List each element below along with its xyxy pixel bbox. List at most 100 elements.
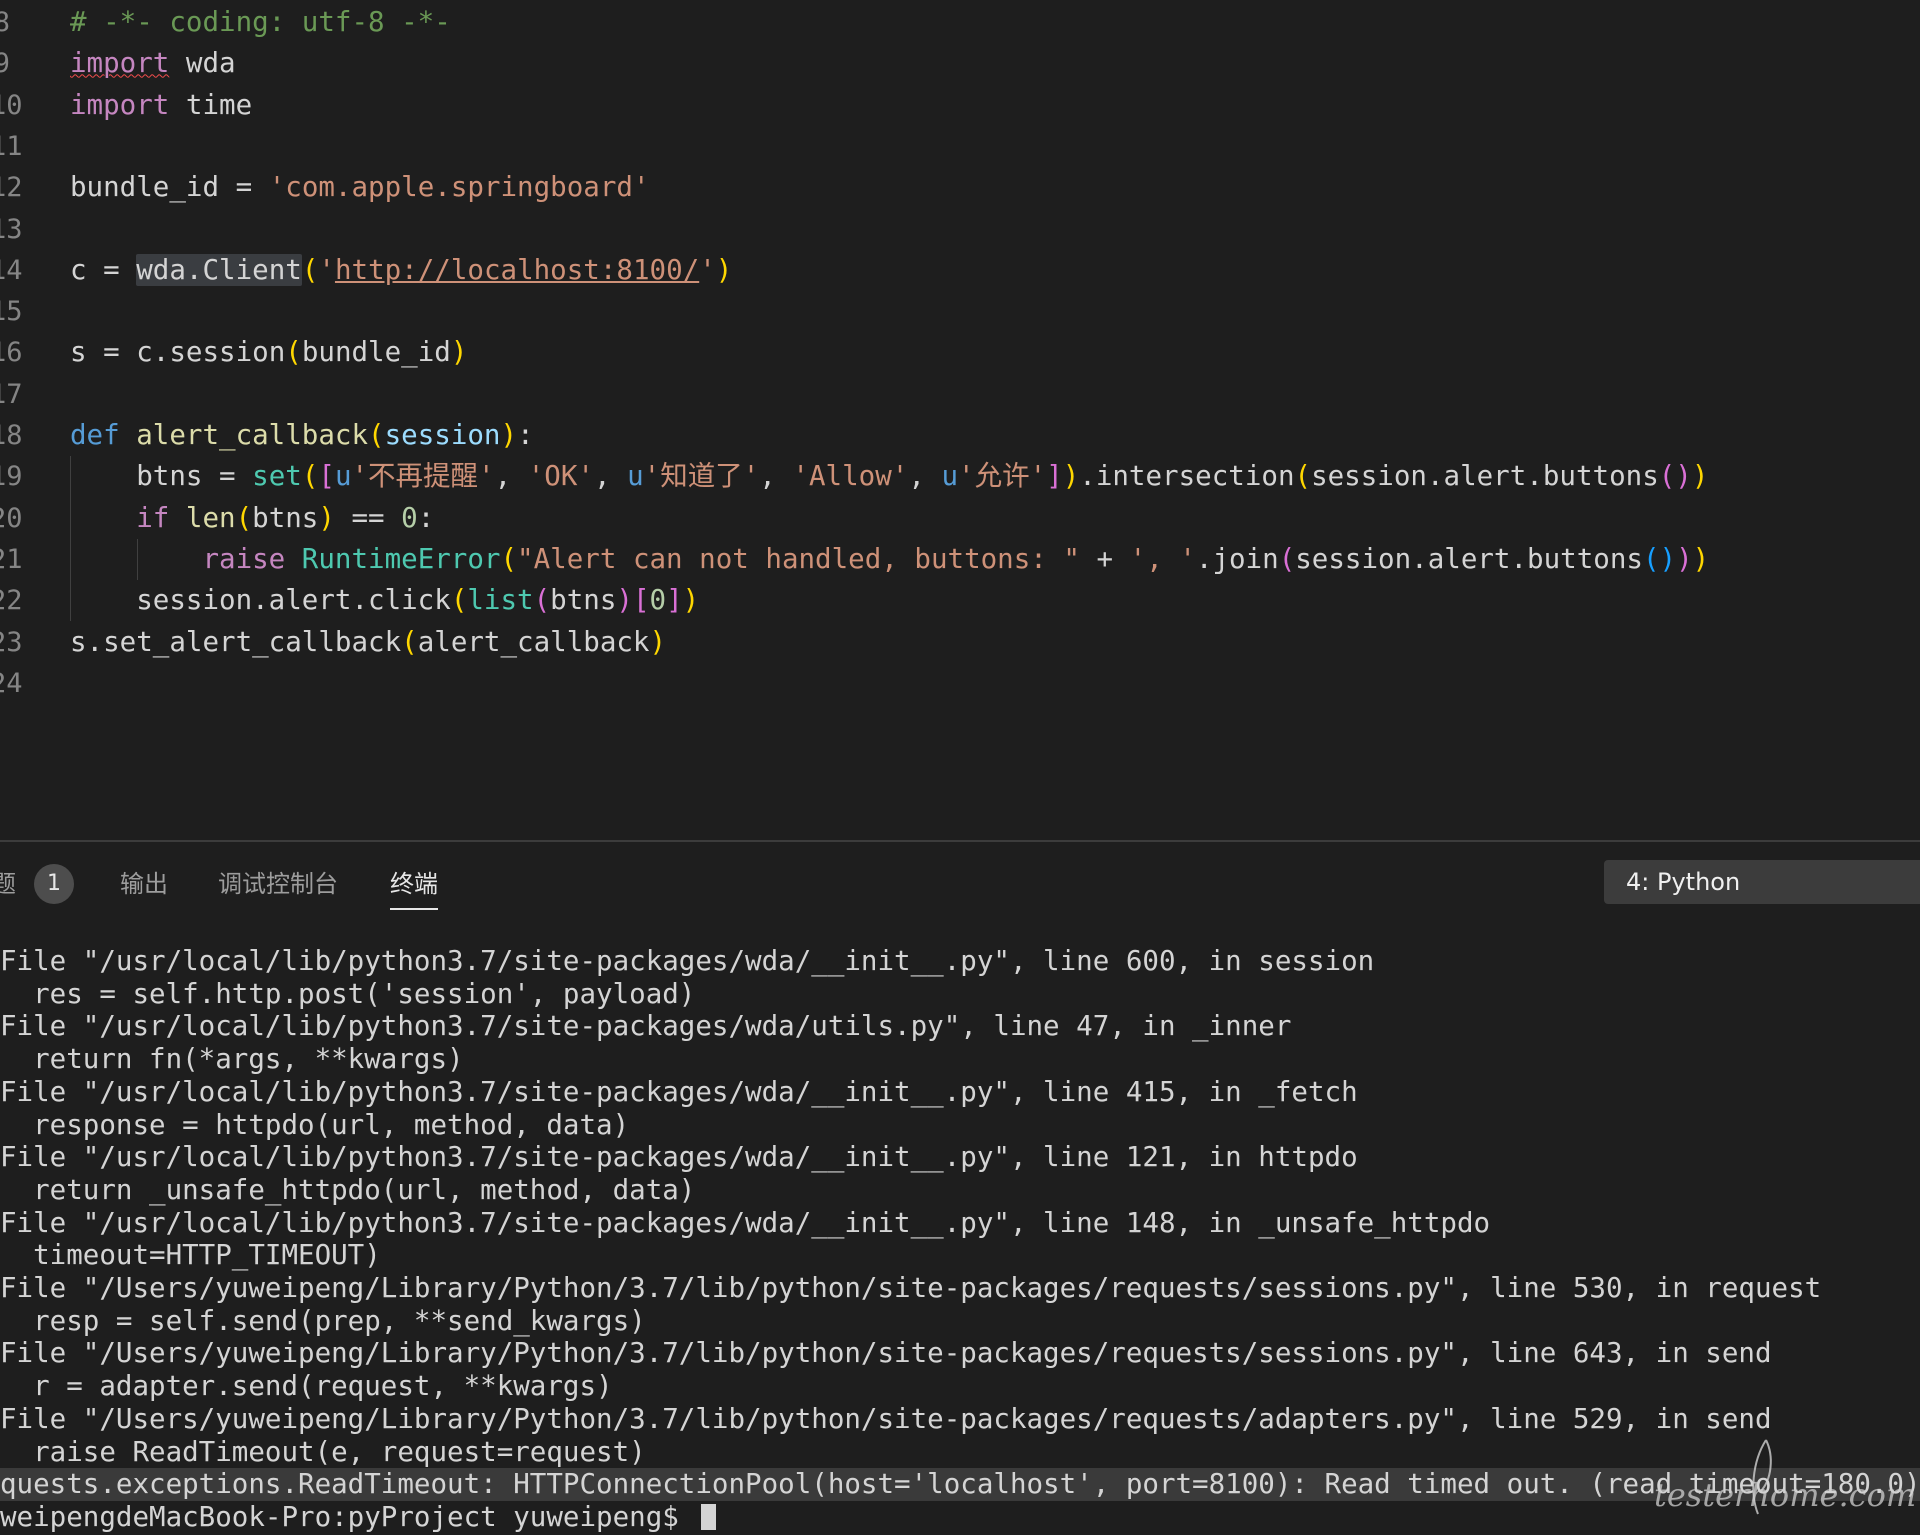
line-number: 8 [0, 7, 10, 38]
tab-terminal[interactable]: 终端 [390, 862, 438, 910]
tab-problems[interactable]: 题 [0, 862, 16, 906]
code-line[interactable]: 19 btns = set([u'不再提醒', 'OK', u'知道了', 'A… [0, 456, 1920, 497]
code-token: u [941, 460, 959, 493]
code-text: import time [70, 85, 252, 126]
code-token: import [70, 88, 170, 121]
code-line[interactable]: 12 bundle_id = 'com.apple.springboard' [0, 167, 1920, 208]
code-token: wda [169, 47, 236, 80]
code-line[interactable]: 20 if len(btns) == 0: [0, 498, 1920, 539]
code-token: RuntimeError [301, 542, 501, 575]
code-token: , [908, 460, 942, 493]
code-line[interactable]: 23 s.set_alert_callback(alert_callback) [0, 622, 1920, 663]
code-text: s.set_alert_callback(alert_callback) [70, 622, 666, 663]
code-token: if [136, 501, 186, 534]
code-token: bundle_id [70, 171, 236, 204]
code-token: ) [649, 625, 667, 658]
code-line[interactable]: 8 # -*- coding: utf-8 -*- [0, 2, 1920, 43]
terminal-instance-select[interactable]: 4: Python [1604, 860, 1920, 904]
code-token: set [252, 460, 302, 493]
code-token: raise [202, 542, 302, 575]
code-line[interactable]: 16 s = c.session(bundle_id) [0, 332, 1920, 373]
tab-output[interactable]: 输出 [120, 862, 168, 906]
code-token: ( [301, 460, 319, 493]
code-token: ] [666, 584, 683, 617]
code-token: .intersection [1079, 460, 1295, 493]
code-token: ) [500, 419, 518, 451]
tab-terminal-label: 终端 [390, 870, 438, 898]
code-token: ) [450, 336, 468, 369]
code-token: ' [318, 253, 335, 286]
code-token: btns [70, 460, 220, 493]
code-line[interactable]: 15 [0, 291, 1920, 332]
code-token: ( [401, 625, 418, 658]
terminal-line: File "/usr/local/lib/python3.7/site-pack… [0, 1206, 1491, 1239]
line-number: 15 [0, 296, 23, 328]
terminal-line: timeout=HTTP_TIMEOUT) [0, 1239, 381, 1272]
code-line[interactable]: 24 [0, 663, 1920, 704]
code-token: ' [699, 253, 716, 286]
code-token: () [1642, 542, 1677, 575]
indent-guide [70, 456, 71, 622]
active-tab-indicator [390, 908, 438, 910]
code-line[interactable]: 11 [0, 126, 1920, 167]
code-token: ) [616, 584, 633, 617]
code-line[interactable]: 17 [0, 374, 1920, 415]
code-token: ) [318, 501, 352, 534]
problems-count-badge[interactable]: 1 [34, 864, 74, 904]
code-token: list [467, 584, 534, 617]
code-token: alert_callback [417, 625, 650, 658]
code-line[interactable]: 18 def alert_callback(session): [0, 415, 1920, 456]
line-number: 20 [0, 502, 23, 534]
code-token: ( [368, 419, 385, 451]
code-token: ( [301, 253, 319, 286]
code-token: alert_callback [136, 419, 369, 451]
code-line[interactable]: 9 import wda [0, 43, 1920, 84]
code-token: ) [1691, 460, 1709, 493]
code-token: 'Allow' [792, 460, 909, 493]
code-text: def alert_callback(session): [70, 415, 534, 456]
code-text: c = wda.Client('http://localhost:8100/') [70, 250, 732, 291]
code-line[interactable]: 14c = wda.Client('http://localhost:8100/… [0, 250, 1920, 291]
code-text: # -*- coding: utf-8 -*- [70, 2, 451, 43]
code-token: wda.Client [136, 253, 302, 286]
code-token: time [169, 88, 253, 121]
terminal-output[interactable]: File "/usr/local/lib/python3.7/site-pack… [0, 945, 1920, 1535]
code-token: '允许' [958, 460, 1047, 493]
code-editor[interactable]: 8 # -*- coding: utf-8 -*- 9 import wda 10 imp… [0, 0, 1920, 840]
terminal-prompt-text: weipengdeMacBook-Pro:pyProject yuweipeng… [0, 1500, 696, 1533]
code-token: s.set_alert_callback [70, 625, 402, 658]
code-token: ( [450, 584, 468, 617]
code-token: session.alert.buttons [1311, 460, 1659, 493]
line-number: 11 [0, 130, 23, 162]
code-token: 0 [649, 584, 667, 617]
code-token: ) [1692, 542, 1710, 575]
code-token: 0 [401, 501, 418, 534]
code-line[interactable]: 22 session.alert.click(list(btns)[0]) [0, 580, 1920, 621]
code-token: = [235, 171, 269, 204]
line-number: 21 [0, 543, 23, 575]
terminal-line: response = httpdo(url, method, data) [0, 1108, 630, 1141]
terminal-line: File "/usr/local/lib/python3.7/site-pack… [0, 1075, 1358, 1108]
terminal-line: File "/Users/yuweipeng/Library/Python/3.… [0, 1272, 1822, 1304]
code-token: + [1096, 542, 1130, 575]
code-token: ) [1676, 542, 1693, 575]
code-token: ] [1046, 460, 1063, 493]
code-line[interactable]: 13 [0, 209, 1920, 250]
line-number: 17 [0, 378, 23, 410]
tab-debug-console[interactable]: 调试控制台 [218, 862, 338, 906]
code-line[interactable]: 21 raise RuntimeError("Alert can not han… [0, 539, 1920, 580]
code-token: [ [318, 460, 335, 493]
code-line[interactable]: 10 import time [0, 85, 1920, 126]
code-token: bundle_id [301, 336, 451, 369]
code-token: ( [285, 336, 302, 369]
code-token: def [70, 419, 137, 451]
code-token: ( [533, 584, 551, 617]
code-token: , [759, 460, 793, 493]
terminal-line: File "/Users/yuweipeng/Library/Python/3.… [0, 1337, 1772, 1370]
terminal-line: r = adapter.send(request, **kwargs) [0, 1370, 613, 1403]
code-token: session.alert.click [70, 584, 451, 617]
terminal-prompt[interactable]: weipengdeMacBook-Pro:pyProject yuweipeng… [0, 1500, 717, 1534]
code-token: u [627, 460, 644, 493]
code-text: s = c.session(bundle_id) [70, 332, 467, 373]
